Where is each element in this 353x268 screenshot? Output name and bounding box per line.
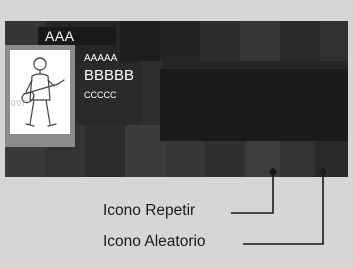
- shuffle-icon: [319, 167, 327, 177]
- shuffle-icon-leader-line: [243, 172, 324, 245]
- manual-illustration: AAA AAAAA BBBBB CCCCC 0'07" Icono Repeti…: [0, 0, 353, 268]
- repeat-icon-leader-line: [231, 172, 274, 214]
- repeat-icon: [269, 167, 277, 177]
- repeat-icon-label: Icono Repetir: [103, 202, 196, 219]
- shuffle-icon-label: Icono Aleatorio: [103, 233, 206, 250]
- callout-leader-lines: [231, 167, 327, 245]
